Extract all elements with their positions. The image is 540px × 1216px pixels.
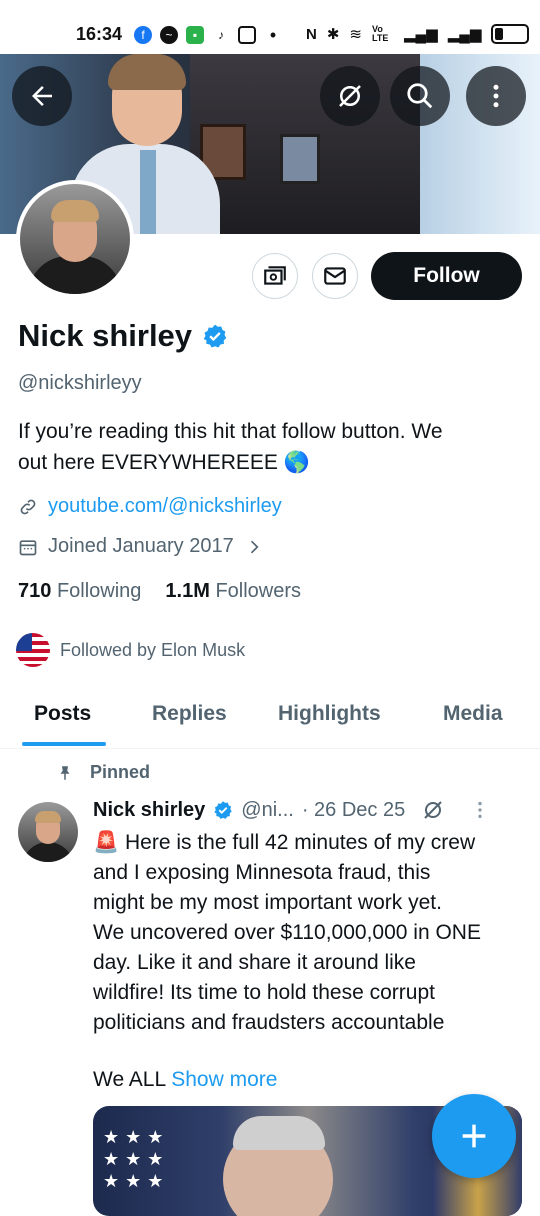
more-vertical-icon: [493, 84, 499, 108]
grok-button[interactable]: [320, 66, 380, 126]
facebook-icon: f: [134, 26, 152, 44]
wifi-icon: ≋: [349, 26, 362, 43]
subscribe-button[interactable]: [252, 253, 298, 299]
bio-line: out here EVERYWHEREEE 🌎: [18, 451, 310, 474]
post-body-continued: We ALL Show more: [93, 1068, 278, 1091]
profile-link[interactable]: youtube.com/@nickshirley: [48, 495, 282, 518]
more-button[interactable]: [466, 66, 526, 126]
post-author-handle[interactable]: @ni...: [241, 799, 294, 822]
app-icon: ▪: [186, 26, 204, 44]
active-tab-indicator: [22, 742, 106, 746]
calendar-icon: [19, 539, 37, 555]
tab-highlights[interactable]: Highlights: [278, 702, 381, 726]
photo-frame: [280, 134, 320, 184]
back-arrow-icon: [32, 86, 52, 106]
search-button[interactable]: [390, 66, 450, 126]
chevron-right-icon: [250, 540, 259, 553]
nfc-icon: N: [306, 25, 317, 43]
bio-line: If you’re reading this hit that follow b…: [18, 420, 443, 443]
follow-button[interactable]: Follow: [371, 252, 522, 300]
us-flag-avatar: [16, 633, 50, 667]
show-more-link[interactable]: Show more: [171, 1068, 277, 1091]
profile-tabs: Posts Replies Highlights Media: [0, 690, 540, 749]
display-name: Nick shirley: [18, 318, 193, 353]
follow-stats: 710 Following 1.1M Followers: [18, 580, 301, 603]
pinned-label: Pinned: [56, 762, 150, 783]
notification-icons: f ~ ▪ ♪ •: [134, 26, 282, 44]
instagram-icon: [238, 26, 256, 44]
signal-icon: ▂▄▆: [404, 26, 438, 43]
tiktok-icon: ♪: [218, 28, 224, 42]
tab-replies[interactable]: Replies: [152, 702, 227, 726]
volte-label: Vo LTE: [372, 24, 389, 43]
followed-by-text: Followed by Elon Musk: [60, 639, 246, 660]
subscription-icon: [264, 266, 286, 285]
link-icon: [20, 499, 36, 514]
post-body: 🚨 Here is the full 42 minutes of my crew…: [93, 831, 481, 1034]
post-header: Nick shirley @ni... · 26 Dec 25: [93, 798, 491, 822]
profile-bio: If you’re reading this hit that follow b…: [18, 416, 518, 478]
verified-badge-icon: [214, 801, 232, 819]
post-author-name[interactable]: Nick shirley: [93, 799, 205, 822]
system-icons: N ✱ ≋ Vo LTE ▂▄▆ ▂▄▆: [306, 24, 530, 44]
tab-posts[interactable]: Posts: [34, 702, 91, 726]
signal-icon-2: ▂▄▆: [447, 26, 482, 43]
joined-date: Joined January 2017: [48, 535, 234, 557]
followed-by[interactable]: Followed by Elon Musk: [16, 633, 245, 667]
status-time: 16:34: [76, 24, 123, 44]
search-icon: [407, 83, 433, 109]
followers-stat[interactable]: 1.1M Followers: [165, 580, 301, 603]
flag-stars: ★★★ ★★★ ★★★: [103, 1127, 170, 1191]
following-stat[interactable]: 710 Following: [18, 580, 141, 603]
messenger-icon: ~: [160, 26, 178, 44]
message-button[interactable]: [312, 253, 358, 299]
dot-icon: •: [269, 25, 277, 45]
back-button[interactable]: [12, 66, 72, 126]
envelope-icon: [324, 267, 346, 285]
post-author-avatar[interactable]: [18, 802, 78, 862]
post-date[interactable]: · 26 Dec 25: [302, 799, 405, 822]
post-more-icon[interactable]: [469, 799, 491, 821]
profile-name: Nick shirley: [18, 318, 228, 354]
profile-link-row: youtube.com/@nickshirley: [18, 495, 282, 518]
joined-row[interactable]: Joined January 2017: [18, 535, 264, 558]
tab-media[interactable]: Media: [443, 702, 503, 726]
profile-handle: @nickshirleyy: [18, 372, 142, 394]
compose-button[interactable]: [432, 1094, 516, 1178]
battery-icon: [491, 24, 530, 44]
status-bar: 16:34 f ~ ▪ ♪ • N ✱ ≋ Vo LTE ▂▄▆ ▂▄▆: [0, 0, 540, 54]
pin-icon: [60, 765, 70, 780]
bluetooth-icon: ✱: [326, 26, 340, 43]
grok-icon: [339, 85, 361, 107]
plus-icon: [462, 1124, 486, 1148]
profile-avatar[interactable]: [16, 180, 134, 298]
grok-icon[interactable]: [421, 798, 445, 822]
verified-badge-icon: [203, 324, 227, 348]
